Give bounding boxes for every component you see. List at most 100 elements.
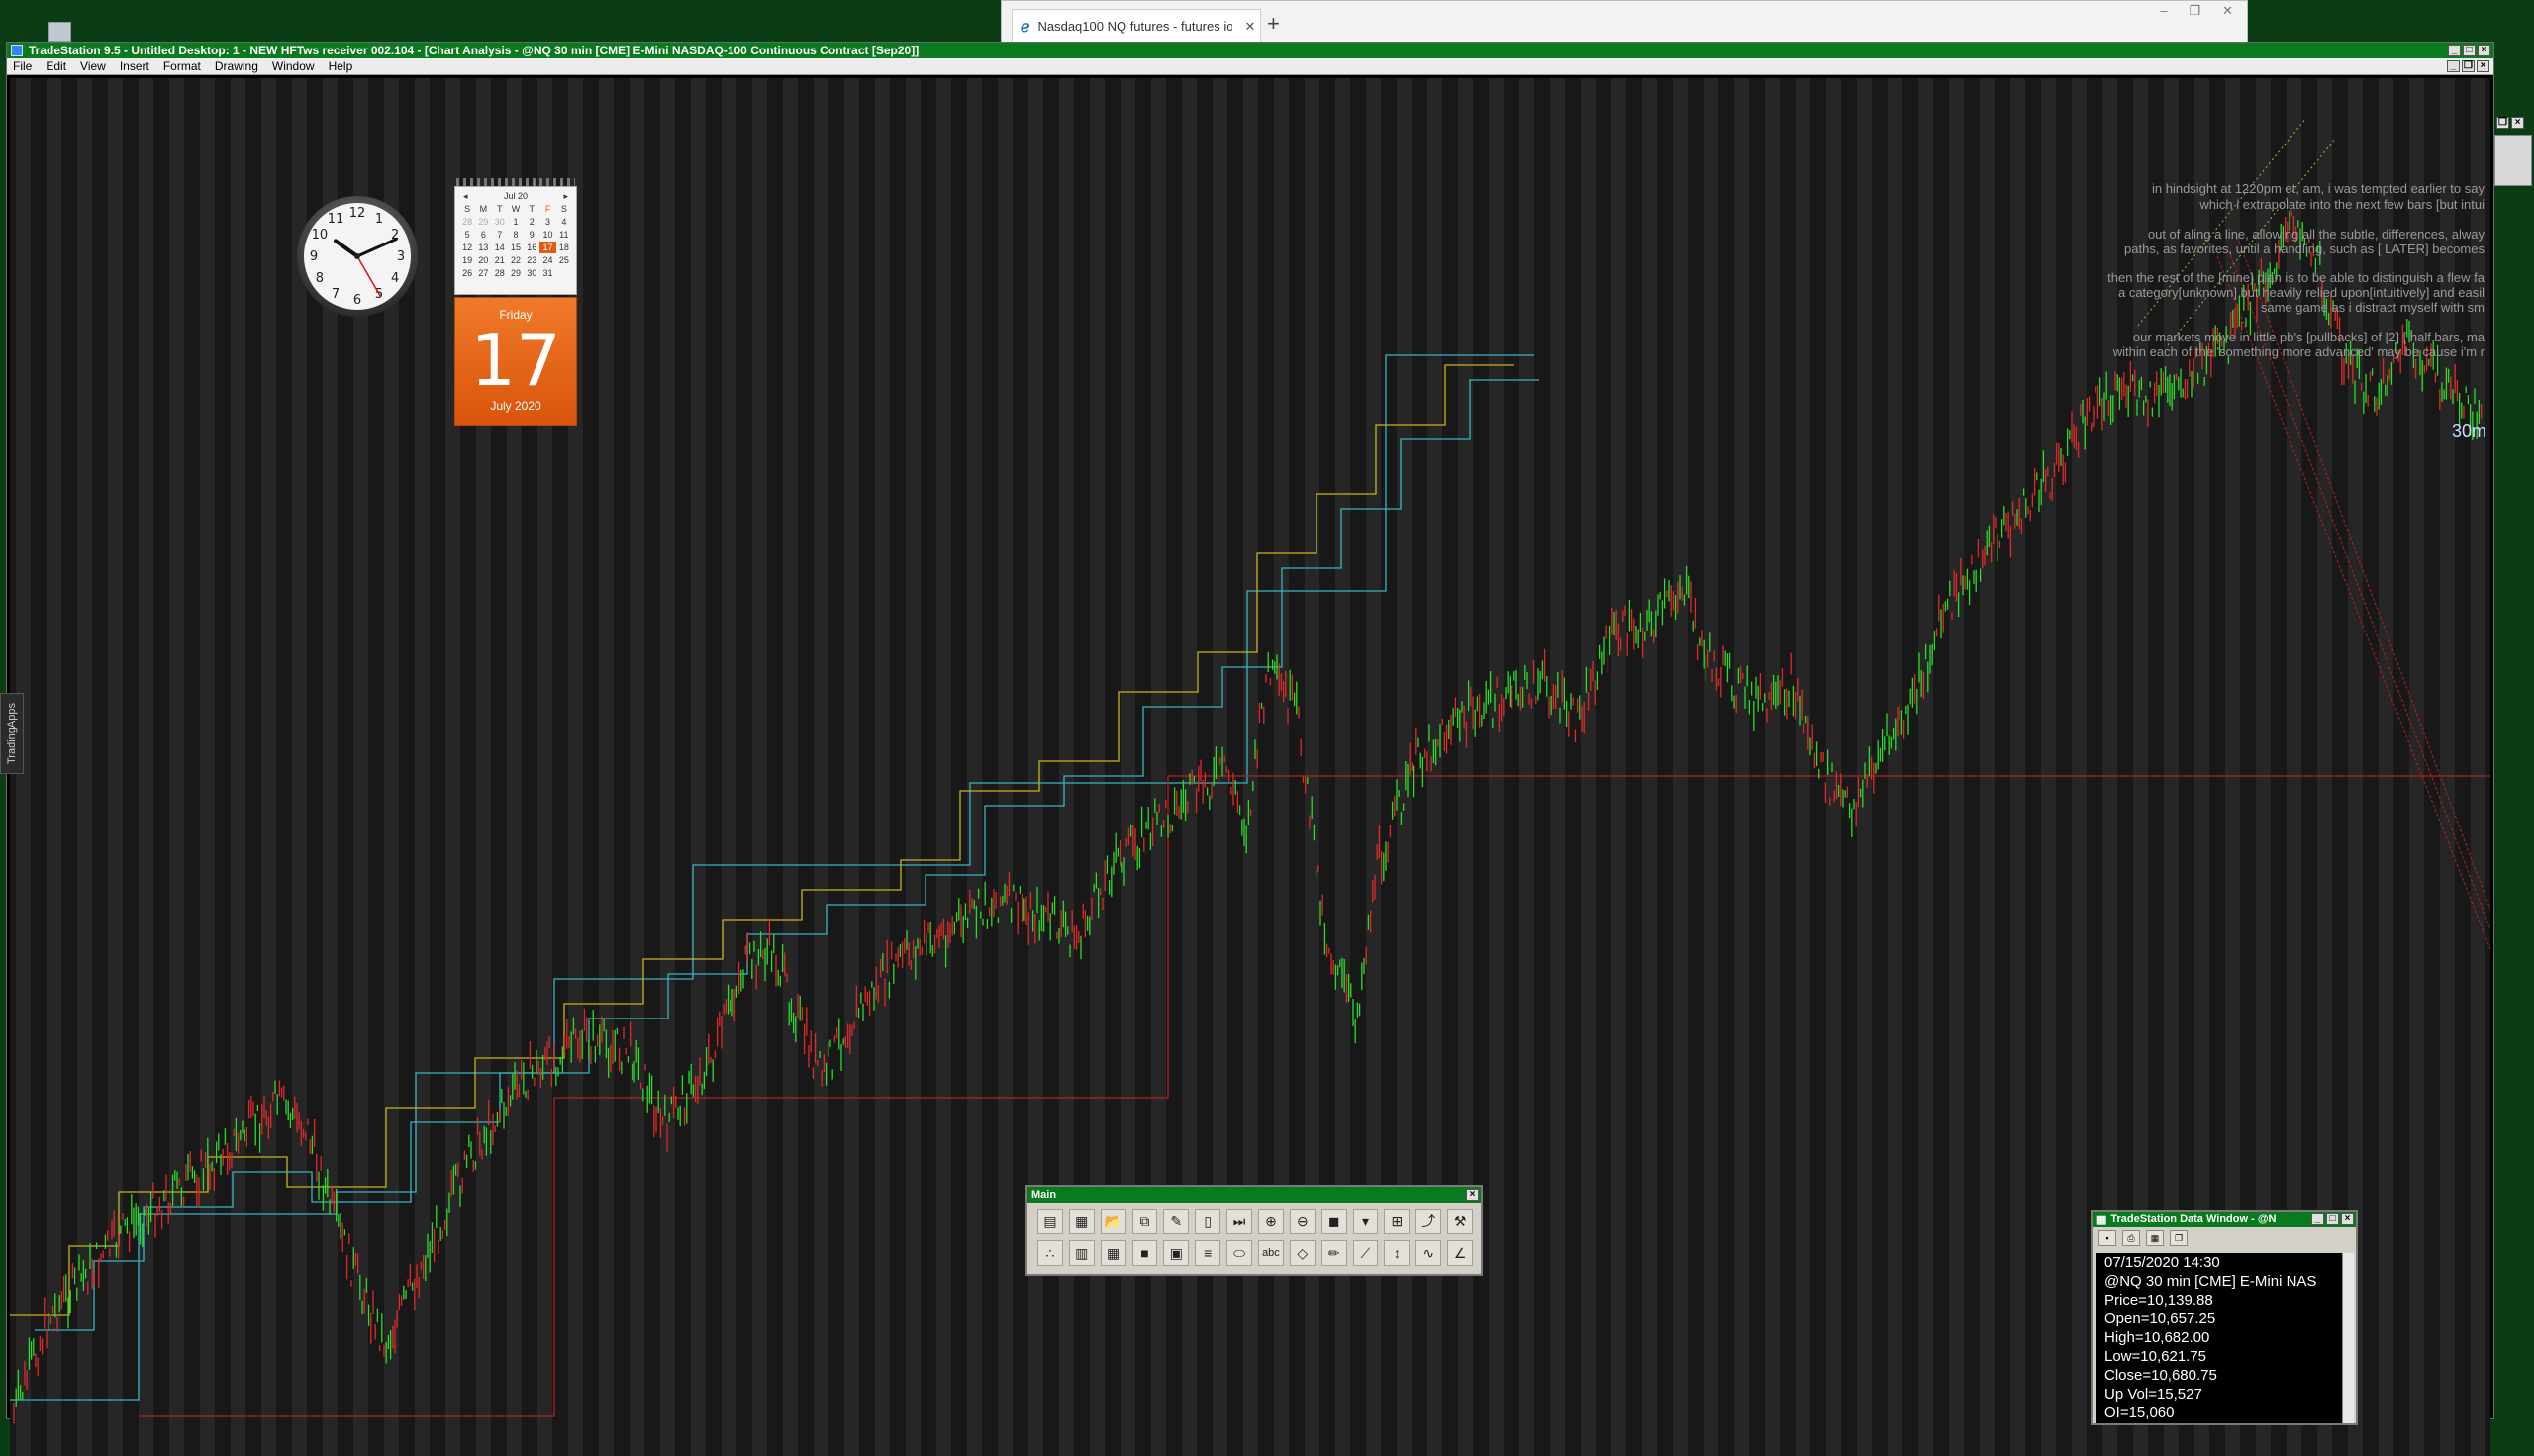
- close-icon[interactable]: ×: [1466, 1189, 1479, 1201]
- calendar-day-cell[interactable]: 7: [492, 229, 508, 241]
- calendar-day-cell[interactable]: 3: [539, 216, 555, 228]
- calendar-day-cell[interactable]: 4: [556, 216, 572, 228]
- calendar-day-cell[interactable]: 29: [475, 216, 491, 228]
- window-icon[interactable]: ❐: [2170, 1230, 2188, 1246]
- open-folder-icon[interactable]: 📂: [1100, 1209, 1126, 1234]
- calendar-day-cell[interactable]: 30: [524, 267, 539, 279]
- maximize-icon[interactable]: ❐: [2189, 3, 2200, 19]
- calendar-day-cell[interactable]: 24: [539, 254, 555, 266]
- copy-icon[interactable]: ⧉: [1131, 1209, 1158, 1234]
- close-tab-icon[interactable]: ✕: [1240, 19, 1260, 35]
- calendar-day-cell[interactable]: 27: [475, 267, 491, 279]
- oval-icon[interactable]: ⬭: [1226, 1240, 1253, 1266]
- calendar-day-cell[interactable]: 13: [475, 242, 491, 253]
- calendar-day-cell[interactable]: 12: [459, 242, 475, 253]
- calendar-day-cell[interactable]: 21: [492, 254, 508, 266]
- calendar-day-cell[interactable]: 20: [475, 254, 491, 266]
- text-abc-icon[interactable]: abc: [1258, 1240, 1284, 1266]
- menu-view[interactable]: View: [80, 59, 106, 73]
- calendar-day-cell[interactable]: 29: [508, 267, 524, 279]
- minimize-icon[interactable]: _: [2448, 45, 2461, 56]
- calendar-day-cell[interactable]: 23: [524, 254, 539, 266]
- wave-icon[interactable]: ∿: [1415, 1240, 1442, 1266]
- scatter-icon[interactable]: ∴: [1037, 1240, 1063, 1266]
- tools-icon[interactable]: ⚒: [1447, 1209, 1474, 1234]
- trend-icon[interactable]: ⟋: [1352, 1240, 1379, 1266]
- calendar-day-cell[interactable]: [556, 267, 572, 279]
- play-end-icon[interactable]: ⏭: [1226, 1209, 1253, 1234]
- minimize-icon[interactable]: –: [2160, 3, 2167, 19]
- browser-tab[interactable]: ℯ Nasdaq100 NQ futures - futures io ✕: [1012, 9, 1261, 43]
- calendar-day-cell[interactable]: 31: [539, 267, 555, 279]
- calendar-day-cell[interactable]: 18: [556, 242, 572, 253]
- chart-analysis-icon[interactable]: ▤: [1037, 1209, 1063, 1234]
- angle-icon[interactable]: ∠: [1447, 1240, 1474, 1266]
- grid-icon[interactable]: ▦: [2146, 1230, 2164, 1246]
- menu-help[interactable]: Help: [329, 59, 353, 73]
- mdi-minimize-icon[interactable]: _: [2447, 60, 2460, 72]
- calendar-day-cell[interactable]: 8: [508, 229, 524, 241]
- calendar-day-cell[interactable]: 1: [508, 216, 524, 228]
- pencil-icon[interactable]: ✏: [1320, 1240, 1347, 1266]
- recycle-bin-icon[interactable]: [48, 22, 71, 42]
- calendar-day-cell[interactable]: 6: [475, 229, 491, 241]
- toolbar-titlebar[interactable]: Main ×: [1027, 1187, 1481, 1203]
- radarscreen-icon[interactable]: ▦: [1068, 1209, 1095, 1234]
- calendar-day-cell[interactable]: 10: [539, 229, 555, 241]
- tradestation-titlebar[interactable]: TradeStation 9.5 - Untitled Desktop: 1 -…: [7, 43, 2493, 58]
- calendar-day-cell[interactable]: 2: [524, 216, 539, 228]
- menu-insert[interactable]: Insert: [120, 59, 149, 73]
- side-scrollbar[interactable]: [2494, 135, 2532, 186]
- alert-icon[interactable]: ■: [1131, 1240, 1158, 1266]
- close-icon[interactable]: ×: [2478, 45, 2490, 56]
- zoom-out-icon[interactable]: ⊖: [1289, 1209, 1316, 1234]
- close-icon[interactable]: ×: [2341, 1213, 2354, 1225]
- curve-icon[interactable]: ⤴: [1415, 1209, 1442, 1234]
- grid-icon[interactable]: ⊞: [1384, 1209, 1411, 1234]
- calendar-day-page[interactable]: Friday 17 July 2020: [454, 297, 577, 426]
- maximize-icon[interactable]: □: [2326, 1213, 2339, 1225]
- menu-drawing[interactable]: Drawing: [215, 59, 258, 73]
- calendar-day-cell[interactable]: 30: [492, 216, 508, 228]
- table-icon[interactable]: ▦: [1100, 1240, 1126, 1266]
- next-month-icon[interactable]: ▸: [563, 191, 568, 202]
- mdi-restore-icon[interactable]: ❐: [2462, 60, 2475, 72]
- calendar-day-cell[interactable]: 14: [492, 242, 508, 253]
- calendar-day-cell[interactable]: 28: [492, 267, 508, 279]
- maximize-icon[interactable]: □: [2463, 45, 2476, 56]
- fib-icon[interactable]: ↕: [1384, 1240, 1411, 1266]
- matrix-icon[interactable]: ▣: [1163, 1240, 1190, 1266]
- color-icon[interactable]: ◼: [1320, 1209, 1347, 1234]
- data-window-titlebar[interactable]: ▦ TradeStation Data Window - @N _ □ ×: [2093, 1212, 2356, 1227]
- menu-window[interactable]: Window: [272, 59, 315, 73]
- menu-edit[interactable]: Edit: [46, 59, 66, 73]
- menu-format[interactable]: Format: [163, 59, 201, 73]
- page-icon[interactable]: ▯: [1195, 1209, 1221, 1234]
- dropdown-icon[interactable]: ▾: [1352, 1209, 1379, 1234]
- calendar-day-cell[interactable]: 16: [524, 242, 539, 253]
- calendar-day-cell[interactable]: 15: [508, 242, 524, 253]
- calendar-day-cell[interactable]: 5: [459, 229, 475, 241]
- calendar-day-cell[interactable]: 19: [459, 254, 475, 266]
- close-icon[interactable]: ✕: [2222, 3, 2233, 19]
- zoom-in-icon[interactable]: ⊕: [1258, 1209, 1284, 1234]
- calendar-day-cell[interactable]: 17: [539, 242, 556, 253]
- bars-icon[interactable]: ▥: [1068, 1240, 1095, 1266]
- menu-file[interactable]: File: [13, 59, 32, 73]
- eraser-icon[interactable]: ◇: [1289, 1240, 1316, 1266]
- calendar-day-cell[interactable]: 9: [524, 229, 539, 241]
- minimize-icon[interactable]: _: [2311, 1213, 2324, 1225]
- side-close-icon[interactable]: ×: [2511, 117, 2524, 129]
- mdi-close-icon[interactable]: ×: [2477, 60, 2489, 72]
- calendar-day-cell[interactable]: 22: [508, 254, 524, 266]
- new-tab-button[interactable]: +: [1267, 11, 1280, 37]
- tradingapps-tab[interactable]: TradingApps: [0, 693, 24, 774]
- print-icon[interactable]: ⎙: [2122, 1230, 2140, 1246]
- data-window-scrollbar[interactable]: [2342, 1253, 2354, 1423]
- side-restore-icon[interactable]: ❐: [2496, 117, 2509, 129]
- prev-month-icon[interactable]: ◂: [463, 191, 468, 202]
- calendar-day-cell[interactable]: 28: [459, 216, 475, 228]
- notes-icon[interactable]: ✎: [1163, 1209, 1190, 1234]
- calendar-day-cell[interactable]: 26: [459, 267, 475, 279]
- lines-icon[interactable]: ≡: [1195, 1240, 1221, 1266]
